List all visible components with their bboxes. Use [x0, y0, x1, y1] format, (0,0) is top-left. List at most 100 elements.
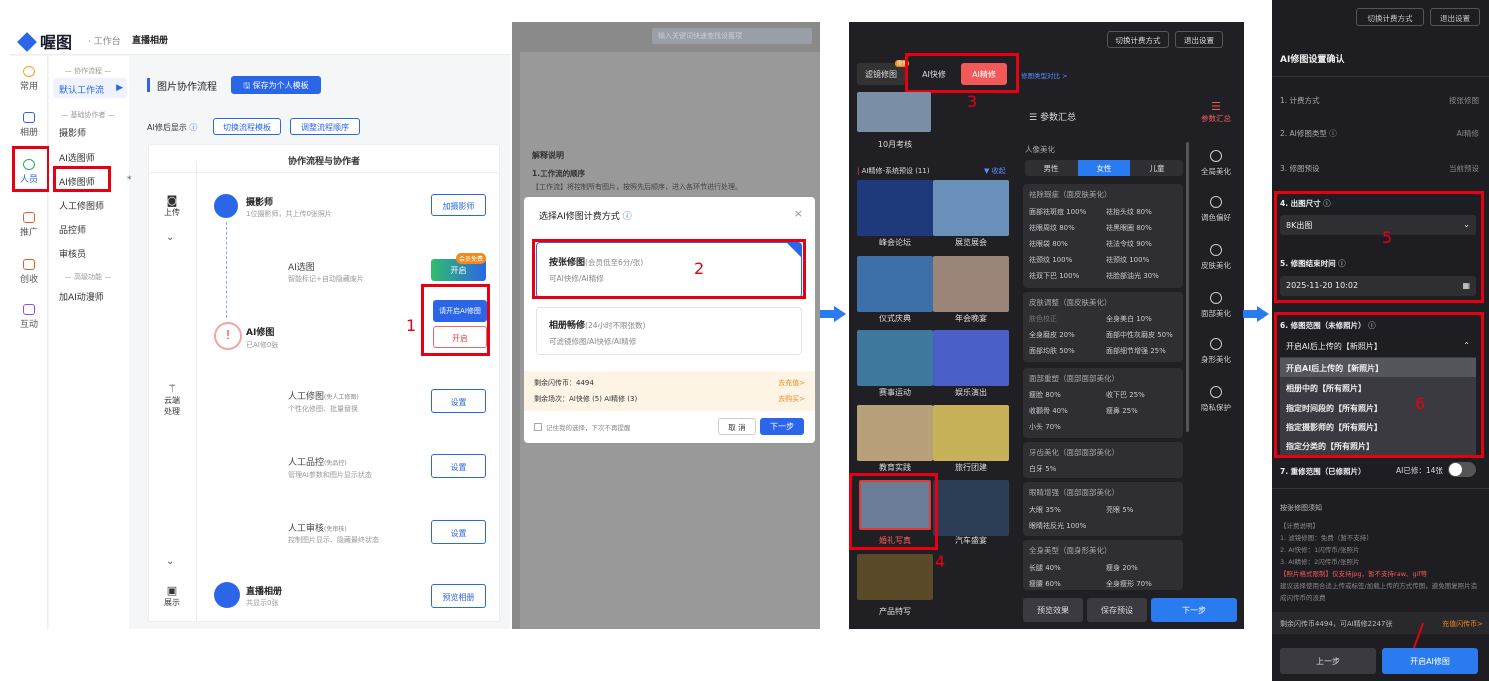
row-billing-label: 1. 计费方式	[1280, 96, 1320, 105]
nav-review[interactable]: 审核员	[59, 247, 86, 260]
exit-settings-button[interactable]: 退出设置	[1175, 31, 1223, 48]
thumb-education[interactable]	[857, 405, 933, 461]
recharge-link[interactable]: 去充值>	[778, 378, 805, 388]
buy-link[interactable]: 去购买>	[778, 394, 805, 404]
remember-checkbox[interactable]	[534, 423, 542, 431]
help-icon[interactable]: ⓘ	[1327, 129, 1337, 138]
switch-billing-button-2[interactable]: 切换计费方式	[1356, 8, 1424, 26]
thumb-ceremony[interactable]	[857, 256, 933, 312]
nav-qc[interactable]: 品控师	[59, 223, 86, 236]
review-setup-button[interactable]: 设置	[431, 520, 486, 544]
thumb-show[interactable]	[933, 330, 1009, 386]
nav-ai-select[interactable]: AI选图师	[59, 151, 95, 164]
rail-common[interactable]: 常用	[10, 66, 48, 92]
row-type-value: AI精修	[1456, 129, 1479, 138]
highlight-open	[421, 284, 490, 356]
flow-arrow-2	[820, 306, 846, 322]
add-photographer-button[interactable]: 加摄影师	[431, 194, 486, 216]
side-color[interactable]: 调色偏好	[1196, 196, 1236, 223]
app-logo[interactable]: 喔图	[17, 29, 72, 53]
wand-icon	[1210, 150, 1222, 162]
thumb-label-summit: 峰会论坛	[879, 238, 911, 247]
side-summary[interactable]: ☰ 参数汇总	[1196, 100, 1236, 124]
help-icon[interactable]: ⓘ	[620, 212, 632, 222]
side-skin[interactable]: 皮肤美化	[1196, 244, 1236, 271]
stage-upload: ◙ 上传	[164, 194, 180, 217]
side-face[interactable]: 面部美化	[1196, 292, 1236, 319]
thumb-label-show: 娱乐演出	[955, 388, 987, 397]
sec1-title: 祛除瑕疵（面皮肤美化）	[1029, 190, 1112, 199]
switch-flow-button[interactable]: 切换流程模板	[213, 118, 281, 135]
node-manual-sub: 个性化修图、批量替换	[288, 405, 358, 413]
chevron-down-icon[interactable]: ⌄	[166, 232, 174, 243]
thumb-october[interactable]	[857, 92, 931, 132]
side-body[interactable]: 身形美化	[1196, 338, 1236, 365]
option-unlimited[interactable]: 相册畅修(24小时不限张数) 可滤镜修图/AI快修/AI精修	[536, 307, 802, 355]
node-review-sub: 控制图片显示、隐藏最终状态	[288, 536, 379, 544]
thumb-product[interactable]	[857, 554, 933, 600]
node-ai-select: AI选图	[288, 263, 315, 273]
side-global[interactable]: 全局美化	[1196, 150, 1236, 177]
gender-male[interactable]: 男性	[1025, 160, 1077, 176]
search-input[interactable]: 输入关键词快速查找设置项	[652, 28, 812, 44]
preview-button[interactable]: 预览效果	[1023, 598, 1083, 622]
preview-album-button[interactable]: 预览相册	[431, 584, 486, 608]
album-icon	[23, 112, 35, 123]
thumb-auto[interactable]	[933, 480, 1009, 536]
manual-setup-button[interactable]: 设置	[431, 389, 486, 413]
rail-interact[interactable]: 互动	[10, 304, 48, 330]
nav-photographer[interactable]: 摄影师	[59, 126, 86, 139]
nav-default-flow[interactable]: 默认工作流 ▶	[53, 78, 127, 98]
thumb-banquet[interactable]	[933, 256, 1009, 312]
save-template-button[interactable]: 🖫 保存为个人模板	[231, 76, 321, 94]
rail-album[interactable]: 相册	[10, 112, 48, 138]
flow-connector	[226, 222, 227, 318]
rail-revenue[interactable]: 创收	[10, 259, 48, 285]
recharge-link-2[interactable]: 充值闪传币>	[1442, 619, 1483, 629]
nav-star: *	[127, 175, 132, 185]
top-bar: 喔图 · 工作台 直播相册	[10, 22, 510, 55]
stage-cloud: ⚚ 云端 处理	[164, 382, 180, 416]
switch-billing-button[interactable]: 切换计费方式	[1107, 31, 1169, 48]
balance-text: 剩余闪传币4494，可AI精修2247张	[1280, 620, 1393, 628]
explain-1: 1.工作流的顺序	[532, 169, 586, 178]
adjust-order-button[interactable]: 调整流程顺序	[290, 118, 360, 135]
prev-button[interactable]: 上一步	[1280, 648, 1376, 674]
compare-link[interactable]: 修图类型对比 >	[1021, 70, 1068, 80]
sec2-title: 皮肤调整（面皮肤美化）	[1029, 298, 1112, 307]
close-icon[interactable]: ×	[794, 207, 803, 220]
workspace-label: · 工作台	[88, 37, 121, 47]
start-ai-button[interactable]: 开启AI修图	[1382, 648, 1478, 674]
help-icon[interactable]: ⓘ	[187, 123, 197, 132]
thumb-sports[interactable]	[857, 330, 933, 386]
next-button[interactable]: 下一步	[760, 418, 804, 435]
thumb-summit[interactable]	[857, 180, 933, 236]
thumb-travel[interactable]	[933, 405, 1009, 461]
opt2-sub: 可滤镜修图/AI快修/AI精修	[549, 337, 637, 346]
qc-setup-button[interactable]: 设置	[431, 454, 486, 478]
redo-toggle[interactable]	[1448, 462, 1476, 477]
nav-anime[interactable]: 加AI动漫师	[59, 290, 104, 303]
scrollbar[interactable]	[1186, 142, 1189, 432]
thumb-label-auto: 汽车盛宴	[955, 536, 987, 545]
save-preset-button[interactable]: 保存预设	[1087, 598, 1147, 622]
caret-down-icon: ▼	[984, 167, 992, 175]
divider	[1272, 76, 1489, 77]
node-qc-sub: 管理AI参数和图片显示状态	[288, 471, 372, 479]
thumb-label-sports: 赛事运动	[879, 388, 911, 397]
collapse-link[interactable]: ▼ 收起	[984, 166, 1006, 176]
side-privacy[interactable]: 隐私保护	[1196, 386, 1236, 413]
rail-promo[interactable]: 推广	[10, 212, 48, 238]
thumb-expo[interactable]	[933, 180, 1009, 236]
chevron-down-icon-2[interactable]: ⌄	[166, 556, 174, 567]
nav-manual-retouch[interactable]: 人工修图师	[59, 199, 104, 212]
exit-settings-button-2[interactable]: 退出设置	[1430, 8, 1480, 26]
gender-female[interactable]: 女性	[1078, 160, 1130, 176]
thumb-label-education: 教育实践	[879, 463, 911, 472]
next-button-dark[interactable]: 下一步	[1151, 598, 1237, 622]
gender-child[interactable]: 儿童	[1131, 160, 1183, 176]
cancel-button[interactable]: 取 消	[718, 418, 756, 435]
highlight-per-photo	[532, 239, 806, 299]
image-icon: ▣	[166, 584, 178, 597]
star-icon	[23, 66, 35, 77]
